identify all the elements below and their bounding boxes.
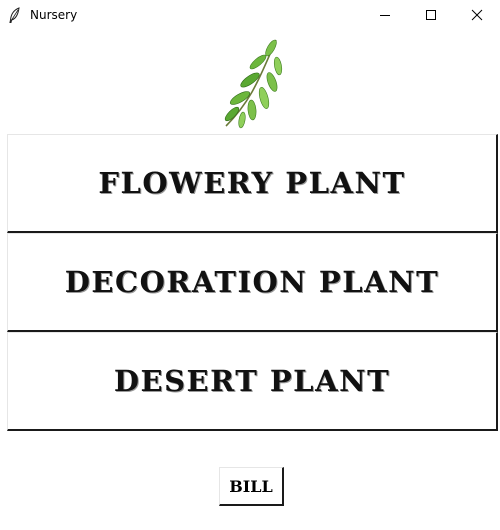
window-title: Nursery (30, 8, 78, 22)
decoration-plant-button[interactable]: DECORATION PLANT (7, 233, 498, 332)
title-bar: Nursery (0, 0, 500, 30)
maximize-button[interactable] (408, 0, 454, 30)
desert-plant-button[interactable]: DESERT PLANT (7, 332, 498, 431)
desert-plant-label: DESERT PLANT (113, 364, 391, 398)
minimize-icon (380, 15, 390, 16)
decoration-plant-label: DECORATION PLANT (64, 265, 440, 299)
flowery-plant-button[interactable]: FLOWERY PLANT (7, 134, 498, 233)
bill-button[interactable]: BILL (219, 467, 284, 506)
close-button[interactable] (454, 0, 500, 30)
maximize-icon (426, 10, 436, 20)
flowery-plant-label: FLOWERY PLANT (98, 166, 406, 200)
feather-icon (9, 7, 20, 23)
minimize-button[interactable] (362, 0, 408, 30)
close-icon (471, 9, 483, 21)
bill-label: BILL (229, 476, 273, 496)
leaf-branch-icon (224, 39, 283, 129)
